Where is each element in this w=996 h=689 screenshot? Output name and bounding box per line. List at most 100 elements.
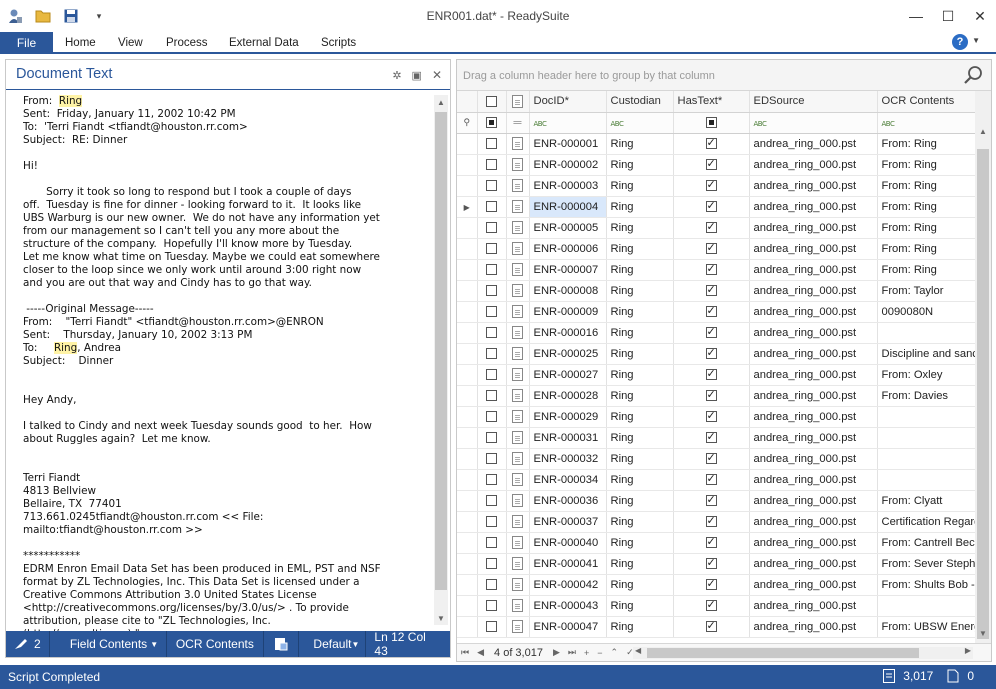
file-tab[interactable]: File <box>0 32 53 53</box>
filter-docid[interactable]: ABC <box>529 112 607 134</box>
tab-process[interactable]: Process <box>166 37 208 49</box>
row-indicator[interactable] <box>457 280 478 302</box>
row-indicator[interactable] <box>457 154 478 176</box>
row-checkbox[interactable] <box>477 259 507 281</box>
cell-docid[interactable]: ENR-000004 <box>529 196 607 218</box>
scroll-up-icon[interactable]: ▲ <box>975 127 991 141</box>
scroll-right-icon[interactable]: ▶ <box>965 646 971 655</box>
row-indicator[interactable] <box>457 301 478 323</box>
cell-ocr-contents[interactable]: From: Ring <box>877 196 975 218</box>
cell-hastext-checkbox[interactable] <box>673 616 750 638</box>
row-checkbox[interactable] <box>477 196 507 218</box>
tab-external-data[interactable]: External Data <box>229 37 299 49</box>
cell-ocr-contents[interactable]: Discipline and sanct <box>877 343 975 365</box>
cell-docid[interactable]: ENR-000016 <box>529 322 607 344</box>
document-icon[interactable] <box>506 217 530 239</box>
filter-pin-icon[interactable]: ⚲ <box>457 112 478 134</box>
row-checkbox[interactable] <box>477 301 507 323</box>
cell-docid[interactable]: ENR-000002 <box>529 154 607 176</box>
cell-edsource[interactable]: andrea_ring_000.pst <box>749 259 878 281</box>
table-row[interactable]: ENR-000008Ring andrea_ring_000.pstFrom: T… <box>457 280 975 302</box>
scroll-thumb[interactable] <box>977 149 989 639</box>
cell-edsource[interactable]: andrea_ring_000.pst <box>749 238 878 260</box>
filter-edsource[interactable]: ABC <box>749 112 878 134</box>
cell-hastext-checkbox[interactable] <box>673 196 750 218</box>
cell-docid[interactable]: ENR-000029 <box>529 406 607 428</box>
row-checkbox[interactable] <box>477 238 507 260</box>
cell-custodian[interactable]: Ring <box>606 532 674 554</box>
document-view-icon[interactable] <box>264 631 300 657</box>
table-row[interactable]: ENR-000036Ring andrea_ring_000.pstFrom: C… <box>457 490 975 512</box>
grid-scrollbar[interactable]: ▲ ▼ <box>975 91 991 643</box>
cell-ocr-contents[interactable]: From: UBSW Energ <box>877 616 975 638</box>
panel-options-icon[interactable]: ✲ <box>392 69 401 82</box>
cell-hastext-checkbox[interactable] <box>673 217 750 239</box>
cell-edsource[interactable]: andrea_ring_000.pst <box>749 406 878 428</box>
row-indicator[interactable] <box>457 133 478 155</box>
row-indicator[interactable] <box>457 616 478 638</box>
document-type-header-icon[interactable] <box>506 91 530 113</box>
cell-custodian[interactable]: Ring <box>606 217 674 239</box>
cell-hastext-checkbox[interactable] <box>673 490 750 512</box>
column-header-ocr-contents[interactable]: OCR Contents <box>877 91 975 113</box>
document-icon[interactable] <box>506 532 530 554</box>
cell-ocr-contents[interactable]: From: Ring <box>877 238 975 260</box>
row-indicator[interactable] <box>457 448 478 470</box>
panel-close-icon[interactable]: ✕ <box>432 68 442 82</box>
document-icon[interactable] <box>506 574 530 596</box>
cell-edsource[interactable]: andrea_ring_000.pst <box>749 469 878 491</box>
cell-docid[interactable]: ENR-000025 <box>529 343 607 365</box>
cell-custodian[interactable]: Ring <box>606 595 674 617</box>
row-checkbox[interactable] <box>477 406 507 428</box>
cell-custodian[interactable]: Ring <box>606 364 674 386</box>
cell-edsource[interactable]: andrea_ring_000.pst <box>749 154 878 176</box>
cell-edsource[interactable]: andrea_ring_000.pst <box>749 301 878 323</box>
cell-docid[interactable]: ENR-000032 <box>529 448 607 470</box>
column-header-hastext[interactable]: HasText* <box>673 91 750 113</box>
table-row[interactable]: ENR-000002Ring andrea_ring_000.pstFrom: R… <box>457 154 975 176</box>
document-icon[interactable] <box>506 238 530 260</box>
row-checkbox[interactable] <box>477 154 507 176</box>
scroll-up-icon[interactable]: ▲ <box>434 95 448 109</box>
cell-docid[interactable]: ENR-000042 <box>529 574 607 596</box>
cell-custodian[interactable]: Ring <box>606 154 674 176</box>
cell-edsource[interactable]: andrea_ring_000.pst <box>749 574 878 596</box>
cell-ocr-contents[interactable]: From: Shults Bob - <box>877 574 975 596</box>
document-icon[interactable] <box>506 196 530 218</box>
row-checkbox[interactable] <box>477 364 507 386</box>
table-row[interactable]: ENR-000040Ring andrea_ring_000.pstFrom: C… <box>457 532 975 554</box>
cell-hastext-checkbox[interactable] <box>673 280 750 302</box>
remove-record-button[interactable]: − <box>593 648 606 658</box>
cell-hastext-checkbox[interactable] <box>673 553 750 575</box>
filter-hastext[interactable] <box>673 112 750 134</box>
cell-ocr-contents[interactable] <box>877 322 975 344</box>
row-indicator[interactable] <box>457 175 478 197</box>
row-indicator[interactable]: ▶ <box>457 196 478 218</box>
cell-hastext-checkbox[interactable] <box>673 133 750 155</box>
row-checkbox[interactable] <box>477 553 507 575</box>
panel-dock-icon[interactable]: ▣ <box>412 69 422 82</box>
row-checkbox[interactable] <box>477 616 507 638</box>
row-checkbox[interactable] <box>477 574 507 596</box>
row-checkbox[interactable] <box>477 448 507 470</box>
table-row[interactable]: ENR-000031Ring andrea_ring_000.pst <box>457 427 975 449</box>
cell-custodian[interactable]: Ring <box>606 301 674 323</box>
table-row[interactable]: ENR-000001Ring andrea_ring_000.pstFrom: R… <box>457 133 975 155</box>
cell-ocr-contents[interactable]: From: Davies <box>877 385 975 407</box>
table-row[interactable]: ENR-000032Ring andrea_ring_000.pst <box>457 448 975 470</box>
cell-edsource[interactable]: andrea_ring_000.pst <box>749 343 878 365</box>
row-indicator[interactable] <box>457 217 478 239</box>
cell-custodian[interactable]: Ring <box>606 469 674 491</box>
row-checkbox[interactable] <box>477 490 507 512</box>
document-icon[interactable] <box>506 301 530 323</box>
cell-ocr-contents[interactable]: From: Ring <box>877 217 975 239</box>
cell-hastext-checkbox[interactable] <box>673 406 750 428</box>
row-indicator[interactable] <box>457 595 478 617</box>
cell-custodian[interactable]: Ring <box>606 238 674 260</box>
table-row[interactable]: ENR-000005Ring andrea_ring_000.pstFrom: R… <box>457 217 975 239</box>
cell-hastext-checkbox[interactable] <box>673 532 750 554</box>
row-checkbox[interactable] <box>477 343 507 365</box>
cell-ocr-contents[interactable] <box>877 406 975 428</box>
table-row[interactable]: ENR-000027Ring andrea_ring_000.pstFrom: O… <box>457 364 975 386</box>
cell-custodian[interactable]: Ring <box>606 511 674 533</box>
